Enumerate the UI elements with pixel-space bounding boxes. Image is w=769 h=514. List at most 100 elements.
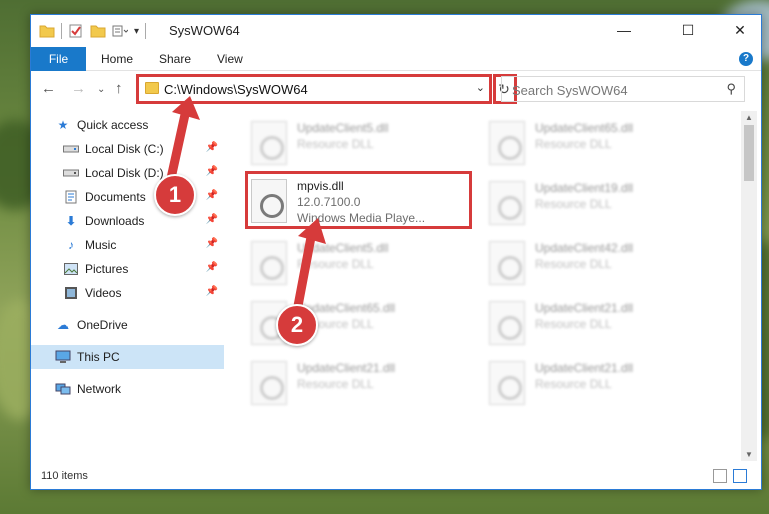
details-view-icon[interactable]: [713, 469, 727, 483]
sidebar-item-label: Local Disk (D:): [85, 166, 164, 180]
search-icon[interactable]: ⚲: [726, 81, 736, 97]
explorer-window: ▾ SysWOW64 — ☐ ✕ File Home Share View ? …: [30, 14, 762, 490]
sidebar-item-label: Network: [77, 382, 122, 396]
tab-home[interactable]: Home: [101, 52, 133, 66]
pin-icon[interactable]: 📌: [206, 166, 218, 177]
dll-file-icon: [489, 301, 525, 345]
file-description: Resource DLL: [297, 137, 374, 151]
highlight-box: [136, 74, 492, 104]
sidebar-item-videos[interactable]: Videos 📌: [31, 281, 224, 305]
file-name: UpdateClient5.dll: [297, 121, 389, 135]
dll-file-icon: [489, 241, 525, 285]
sidebar-item-label: Local Disk (C:): [85, 142, 164, 156]
pictures-icon: [63, 262, 79, 276]
search-input[interactable]: Search SysWOW64 ⚲: [501, 76, 745, 102]
tab-share[interactable]: Share: [159, 52, 191, 66]
status-bar: 110 items: [31, 465, 761, 489]
sidebar-item-label: This PC: [77, 350, 120, 364]
customize-toolbar-icon[interactable]: [112, 24, 128, 38]
file-item[interactable]: UpdateClient19.dll Resource DLL: [489, 175, 719, 233]
minimize-button[interactable]: —: [601, 15, 647, 45]
sidebar-item-label: Documents: [85, 190, 146, 204]
quick-access-toolbar: ▾: [39, 23, 147, 39]
dll-file-icon: [489, 361, 525, 405]
file-item[interactable]: UpdateClient21.dll Resource DLL: [251, 355, 481, 413]
download-icon: ⬇: [65, 214, 77, 228]
pin-icon[interactable]: 📌: [206, 286, 218, 297]
sidebar-item-label: Videos: [85, 286, 122, 300]
file-item[interactable]: UpdateClient65.dll Resource DLL: [489, 115, 719, 173]
file-name: UpdateClient42.dll: [535, 241, 634, 255]
sidebar-item-quick-access[interactable]: ★ Quick access: [31, 113, 224, 137]
file-description: Resource DLL: [297, 377, 374, 391]
sidebar-item-music[interactable]: ♪ Music 📌: [31, 233, 224, 257]
close-button[interactable]: ✕: [717, 15, 763, 45]
file-name: UpdateClient5.dll: [297, 241, 389, 255]
properties-icon[interactable]: [68, 24, 84, 38]
file-name: UpdateClient65.dll: [535, 121, 634, 135]
large-icons-view-icon[interactable]: [733, 469, 747, 483]
sidebar-item-pictures[interactable]: Pictures 📌: [31, 257, 224, 281]
file-item[interactable]: UpdateClient21.dll Resource DLL: [489, 295, 719, 353]
tab-file[interactable]: File: [31, 47, 86, 71]
dll-file-icon: [251, 121, 287, 165]
pin-icon[interactable]: 📌: [206, 262, 218, 273]
file-description: Resource DLL: [535, 317, 612, 331]
file-list: UpdateClient5.dll Resource DLL UpdateCli…: [227, 111, 741, 461]
window-title: SysWOW64: [169, 23, 240, 38]
sidebar-item-label: Quick access: [77, 118, 149, 132]
title-bar: ▾ SysWOW64 — ☐ ✕: [31, 15, 761, 47]
file-name: UpdateClient21.dll: [297, 361, 396, 375]
help-button[interactable]: ?: [739, 52, 753, 66]
recent-locations-icon[interactable]: ⌄: [97, 84, 105, 95]
callout-badge-2: 2: [276, 304, 318, 346]
drive-icon: [63, 142, 79, 156]
file-name: UpdateClient19.dll: [535, 181, 634, 195]
star-icon: ★: [57, 118, 69, 132]
drive-icon: [63, 166, 79, 180]
sidebar-item-local-disk-d[interactable]: Local Disk (D:) 📌: [31, 161, 224, 185]
dll-file-icon: [489, 181, 525, 225]
navigation-bar: ← → ⌄ ↑ C:\Windows\SysWOW64 ⌄ ↻ Search S…: [31, 72, 761, 106]
scroll-down-icon[interactable]: ▼: [745, 450, 753, 459]
file-item[interactable]: UpdateClient5.dll Resource DLL: [251, 235, 481, 293]
new-folder-icon[interactable]: [90, 24, 106, 38]
callout-badge-1: 1: [154, 174, 196, 216]
file-item[interactable]: UpdateClient42.dll Resource DLL: [489, 235, 719, 293]
file-name: UpdateClient21.dll: [535, 361, 634, 375]
pin-icon[interactable]: 📌: [206, 238, 218, 249]
network-icon: [55, 382, 71, 396]
back-arrow-icon[interactable]: ←: [41, 80, 56, 97]
sidebar-item-onedrive[interactable]: ☁ OneDrive: [31, 313, 224, 337]
pin-icon[interactable]: 📌: [206, 214, 218, 225]
pin-icon[interactable]: 📌: [206, 190, 218, 201]
dll-file-icon: [251, 241, 287, 285]
folder-icon: [39, 25, 55, 38]
file-item[interactable]: UpdateClient21.dll Resource DLL: [489, 355, 719, 413]
sidebar-item-network[interactable]: Network: [31, 377, 224, 401]
scroll-thumb[interactable]: [744, 125, 754, 181]
scroll-up-icon[interactable]: ▲: [745, 113, 753, 122]
sidebar-item-this-pc[interactable]: This PC: [31, 345, 224, 369]
vertical-scrollbar[interactable]: ▲ ▼: [741, 111, 757, 461]
up-arrow-icon[interactable]: ↑: [115, 80, 123, 97]
navigation-pane: ★ Quick access Local Disk (C:) 📌 Local D…: [31, 111, 226, 461]
sidebar-item-local-disk-c[interactable]: Local Disk (C:) 📌: [31, 137, 224, 161]
cloud-icon: ☁: [57, 318, 69, 332]
file-description: Resource DLL: [535, 197, 612, 211]
ribbon-tabs: File Home Share View ?: [31, 47, 761, 71]
sidebar-item-label: Music: [85, 238, 117, 252]
file-description: Resource DLL: [535, 257, 612, 271]
tab-view[interactable]: View: [217, 52, 243, 66]
music-icon: ♪: [68, 238, 74, 252]
pin-icon[interactable]: 📌: [206, 142, 218, 153]
file-item[interactable]: UpdateClient5.dll Resource DLL: [251, 115, 481, 173]
forward-arrow-icon[interactable]: →: [71, 80, 86, 97]
chevron-down-icon[interactable]: ▾: [134, 26, 139, 37]
sidebar-item-label: Pictures: [85, 262, 129, 276]
sidebar-item-label: OneDrive: [77, 318, 128, 332]
sidebar-item-downloads[interactable]: ⬇ Downloads 📌: [31, 209, 224, 233]
file-description: Resource DLL: [297, 257, 374, 271]
dll-file-icon: [251, 361, 287, 405]
maximize-button[interactable]: ☐: [665, 15, 711, 45]
